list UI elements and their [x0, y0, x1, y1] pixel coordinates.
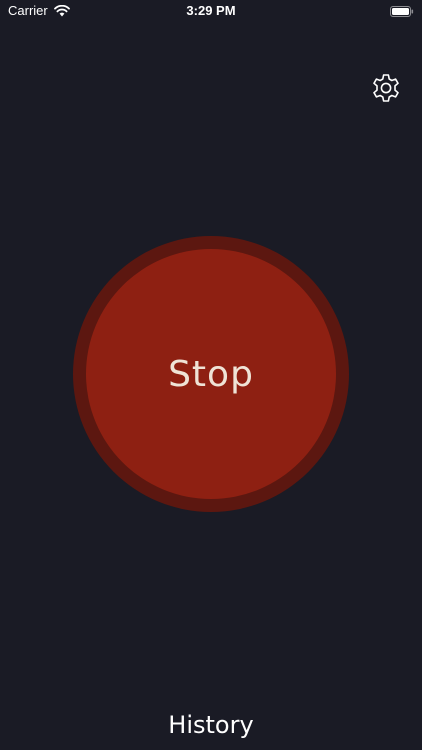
battery-icon: [390, 5, 414, 17]
settings-button[interactable]: [370, 72, 402, 104]
stop-button-label: Stop: [168, 353, 254, 395]
history-link[interactable]: History: [0, 709, 422, 741]
status-time: 3:29 PM: [186, 3, 236, 18]
gear-icon: [370, 74, 402, 108]
stop-button-fill: Stop: [86, 249, 336, 499]
stop-button[interactable]: Stop: [73, 236, 349, 512]
status-bar: Carrier 3:29 PM: [0, 0, 422, 22]
